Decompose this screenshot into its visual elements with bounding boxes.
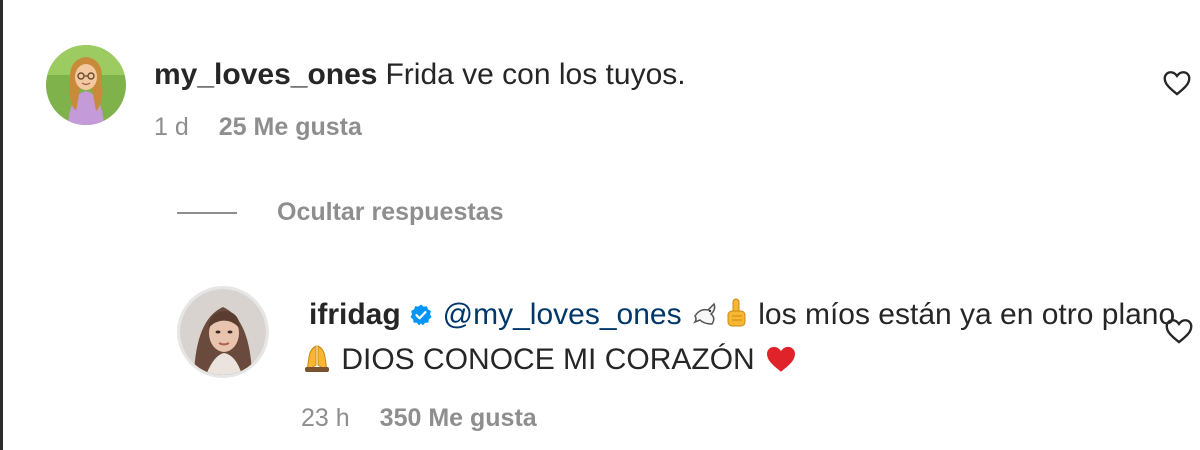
- avatar[interactable]: [177, 286, 269, 378]
- heart-outline-icon: [1163, 71, 1191, 96]
- pointing-up-icon: [724, 298, 748, 337]
- comment-meta: 1 d 25 Me gusta: [154, 113, 686, 142]
- comment-body: my_loves_ones Frida ve con los tuyos. 1 d…: [154, 45, 686, 142]
- verified-badge-icon: [409, 300, 433, 336]
- like-button[interactable]: [1165, 318, 1193, 349]
- avatar-cartoon-icon: [46, 45, 126, 125]
- comment-likes[interactable]: 350 Me gusta: [380, 404, 537, 433]
- comment-content-part1: los míos están ya en otro plano: [758, 298, 1176, 331]
- comment-text: ifridag @my_loves_ones los míos están ya …: [309, 297, 1175, 337]
- hide-replies-label: Ocultar respuestas: [277, 198, 504, 226]
- divider-line: [177, 211, 237, 214]
- comment-line-2: DIOS CONOCE MI CORAZÓN: [301, 342, 799, 382]
- comment-content: Frida ve con los tuyos.: [385, 58, 686, 91]
- comment-username[interactable]: ifridag: [309, 298, 401, 331]
- comment-username[interactable]: my_loves_ones: [154, 58, 377, 91]
- dove-icon: [692, 300, 720, 337]
- comment-my-loves-ones: my_loves_ones Frida ve con los tuyos. 1 d…: [46, 45, 686, 142]
- comment-text: my_loves_ones Frida ve con los tuyos.: [154, 57, 686, 93]
- praying-hands-icon: [303, 343, 331, 382]
- mention-link[interactable]: @my_loves_ones: [443, 298, 682, 331]
- avatar-photo-icon: [180, 289, 266, 375]
- comment-content-part2: DIOS CONOCE MI CORAZÓN: [341, 343, 755, 376]
- comment-time[interactable]: 23 h: [301, 404, 350, 433]
- comments-panel: my_loves_ones Frida ve con los tuyos. 1 d…: [0, 0, 1200, 450]
- comment-likes[interactable]: 25 Me gusta: [219, 113, 362, 142]
- comment-time[interactable]: 1 d: [154, 113, 189, 142]
- comment-meta: 23 h 350 Me gusta: [301, 404, 537, 433]
- avatar[interactable]: [46, 45, 126, 125]
- comment-body: ifridag @my_loves_ones los míos están ya …: [309, 286, 1175, 337]
- like-button[interactable]: [1163, 70, 1191, 101]
- red-heart-icon: [765, 345, 797, 382]
- heart-outline-icon: [1165, 319, 1193, 344]
- hide-replies-button[interactable]: Ocultar respuestas: [177, 198, 504, 227]
- comment-line-1: ifridag @my_loves_ones los míos están ya …: [309, 297, 1175, 337]
